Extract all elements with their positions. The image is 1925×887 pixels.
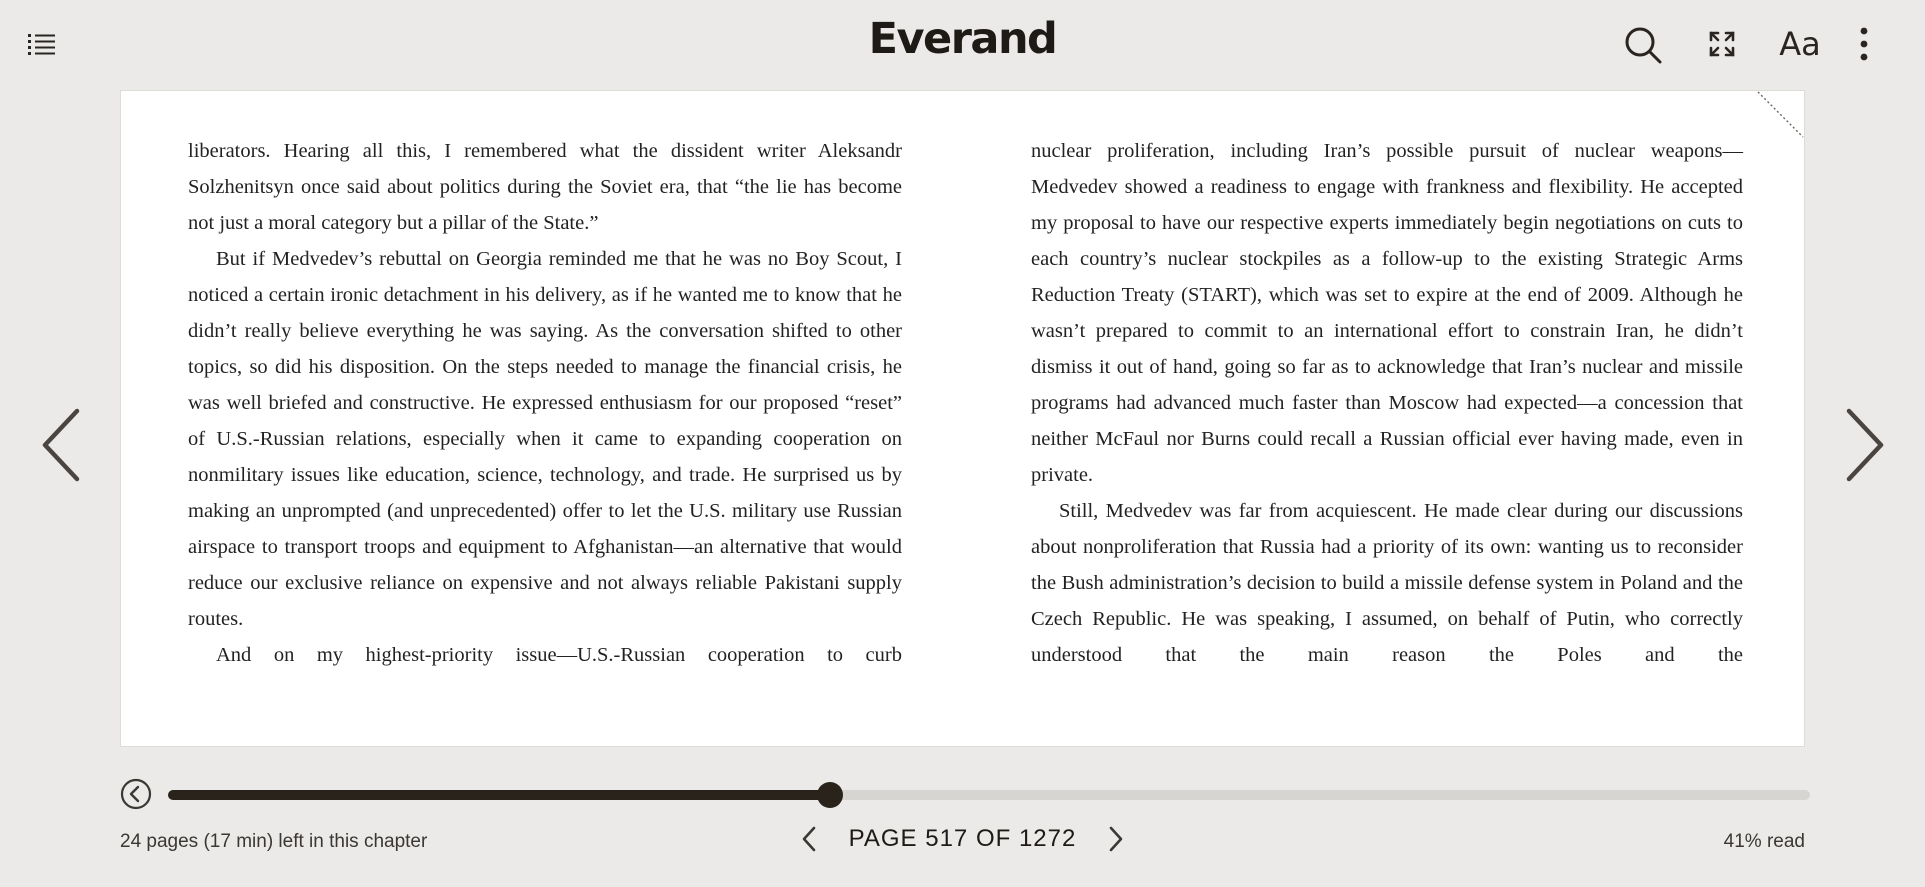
left-column: liberators. Hearing all this, I remember… [188,133,902,673]
right-column: nuclear proliferation, including Iran’s … [1031,133,1743,673]
font-settings-button[interactable]: Aa [1778,24,1822,64]
more-options-button[interactable] [1854,24,1874,64]
search-icon [1625,27,1662,64]
paragraph: But if Medvedev’s rebuttal on Georgia re… [188,248,902,630]
paragraph: Still, Medvedev was far from acquiescent… [1031,500,1743,666]
percent-read: 41% read [1723,831,1805,852]
reading-progress [120,776,1810,812]
progress-track[interactable] [168,782,1810,808]
chevron-left-icon [802,826,815,852]
back-circle-icon [120,778,152,810]
more-vertical-icon [1860,27,1868,61]
search-button[interactable] [1622,24,1664,66]
page-navigator: PAGE 517 OF 1272 [0,824,1925,854]
chevron-right-icon [1846,408,1884,482]
page-number: PAGE 517 OF 1272 [848,825,1077,852]
progress-fill [168,790,830,800]
back-to-previous-position-button[interactable] [120,778,152,810]
paragraph: liberators. Hearing all this, I remember… [188,140,902,234]
previous-page-arrow[interactable] [30,400,90,490]
progress-slider-handle[interactable] [816,782,843,808]
book-page: liberators. Hearing all this, I remember… [120,90,1805,747]
next-page-button[interactable] [1104,824,1128,854]
previous-page-button[interactable] [797,824,821,854]
paragraph: nuclear proliferation, including Iran’s … [1031,140,1743,486]
paragraph: And on my highest-priority issue—U.S.-Ru… [216,644,902,666]
chevron-right-icon [1110,826,1123,852]
fullscreen-icon [1709,31,1735,57]
font-settings-label: Aa [1779,25,1821,63]
next-page-arrow[interactable] [1836,400,1896,490]
bookmark-corner-icon[interactable] [1754,91,1804,141]
fullscreen-button[interactable] [1706,28,1738,60]
chevron-left-icon [42,408,80,482]
